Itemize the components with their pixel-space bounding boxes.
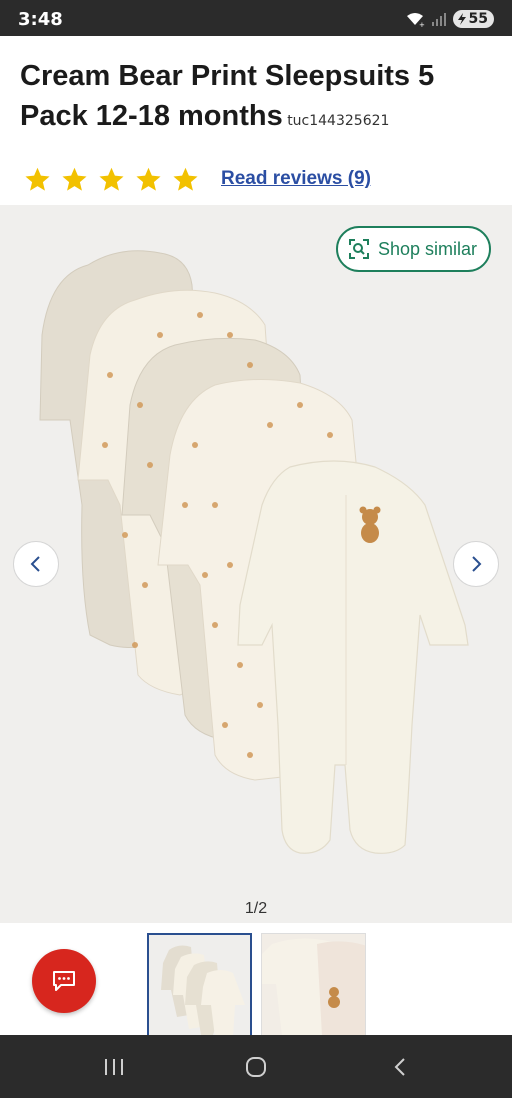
- star-icon: [173, 167, 198, 191]
- read-reviews-link[interactable]: Read reviews (9): [221, 168, 371, 190]
- home-button[interactable]: [241, 1053, 271, 1081]
- rating-stars: [24, 166, 209, 193]
- visual-search-icon: [348, 239, 369, 259]
- product-image-gallery[interactable]: Shop similar: [0, 205, 512, 895]
- shop-similar-label: Shop similar: [377, 238, 477, 259]
- star-icon: [99, 167, 124, 191]
- product-image: [0, 205, 512, 895]
- status-bar: 3:48 + 55: [0, 0, 512, 36]
- star-icon: [136, 167, 161, 191]
- previous-image-button[interactable]: [13, 541, 59, 587]
- svg-text:+: +: [419, 21, 425, 27]
- wifi-icon: +: [406, 13, 425, 27]
- next-image-button[interactable]: [453, 541, 499, 587]
- status-time: 3:48: [18, 9, 63, 30]
- recent-apps-button[interactable]: [99, 1053, 129, 1081]
- back-button[interactable]: [385, 1053, 415, 1081]
- chat-button[interactable]: [32, 949, 96, 1013]
- chat-icon: [53, 971, 75, 991]
- back-icon: [394, 1058, 405, 1076]
- home-icon: [246, 1057, 266, 1077]
- signal-icon: [431, 13, 446, 26]
- recent-apps-icon: [105, 1059, 123, 1075]
- product-sku: tuc144325621: [287, 113, 390, 129]
- battery-icon: 55: [452, 10, 494, 28]
- chevron-left-icon: [30, 556, 40, 572]
- battery-level: 55: [468, 11, 488, 27]
- product-header: Cream Bear Print Sleepsuits 5 Pack 12-18…: [20, 56, 490, 136]
- image-pager: 1/2: [0, 895, 512, 923]
- thumbnail-image-2: [262, 934, 365, 1035]
- star-icon: [62, 167, 87, 191]
- system-nav-bar: [0, 1035, 512, 1098]
- shop-similar-button[interactable]: Shop similar: [335, 226, 491, 272]
- star-icon: [25, 167, 50, 191]
- thumbnail-1[interactable]: [147, 933, 252, 1035]
- status-icons: + 55: [405, 9, 494, 29]
- rating-row: Read reviews (9): [24, 164, 371, 194]
- thumbnail-2[interactable]: [261, 933, 366, 1035]
- chevron-right-icon: [472, 556, 482, 572]
- thumbnail-image-1: [149, 935, 250, 1035]
